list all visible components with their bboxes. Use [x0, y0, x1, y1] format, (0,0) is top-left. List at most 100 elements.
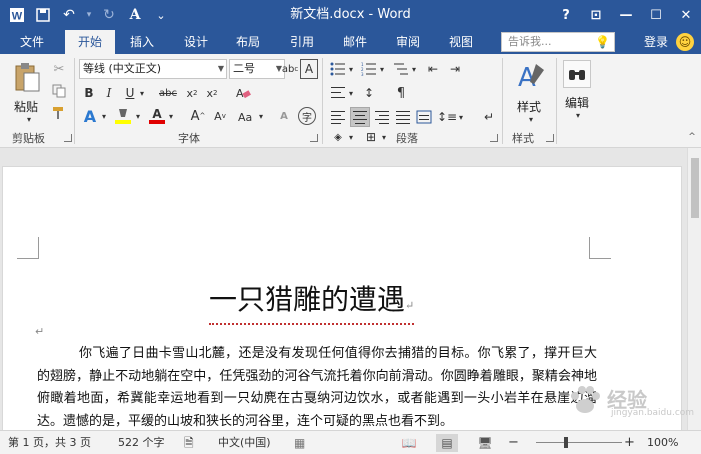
- highlight-dropdown-icon[interactable]: ▾: [133, 106, 143, 126]
- zoom-level[interactable]: 100%: [647, 431, 678, 454]
- proofing-icon[interactable]: 🗎: [184, 431, 194, 454]
- align-left-icon[interactable]: [329, 108, 347, 126]
- font-launcher-icon[interactable]: [310, 134, 318, 142]
- change-case-icon[interactable]: Aa: [236, 106, 256, 126]
- zoom-slider-thumb[interactable]: [564, 437, 569, 448]
- clipboard-launcher-icon[interactable]: [64, 134, 72, 142]
- paragraph-mark: ↵: [405, 299, 415, 312]
- baidu-jingyan-watermark: 经验 jingyan.baidu.com: [567, 382, 697, 422]
- editing-button-label[interactable]: 编辑: [565, 94, 589, 111]
- font-color-dropdown-icon[interactable]: ▾: [166, 106, 176, 126]
- font-color-icon[interactable]: A: [147, 106, 167, 126]
- macro-record-icon[interactable]: ▦: [294, 431, 305, 454]
- minimize-button[interactable]: —: [611, 0, 641, 30]
- shading-icon[interactable]: ◈: [329, 132, 347, 143]
- return-mark-icon[interactable]: ↵: [480, 108, 498, 126]
- tab-layout[interactable]: 布局: [226, 30, 270, 54]
- paste-label[interactable]: 粘贴: [14, 98, 38, 115]
- enclose-characters-icon[interactable]: 字: [298, 107, 316, 125]
- multilevel-list-icon[interactable]: [392, 60, 410, 78]
- distributed-icon[interactable]: [415, 108, 433, 126]
- maximize-button[interactable]: ☐: [641, 0, 671, 30]
- font-size-value: 二号: [233, 62, 255, 75]
- multilevel-dropdown-icon[interactable]: ▾: [409, 60, 419, 78]
- read-mode-icon[interactable]: 📖: [398, 434, 420, 452]
- subscript-icon[interactable]: x2: [183, 84, 201, 102]
- body-paragraph[interactable]: 你飞遍了日曲卡雪山北麓，还是没有发现任何值得你去捕猎的目标。你飞累了，撑开巨大的…: [37, 343, 597, 430]
- sort-icon[interactable]: ↕: [360, 84, 378, 102]
- bold-icon[interactable]: B: [80, 84, 98, 102]
- print-layout-icon[interactable]: ▤: [436, 434, 458, 452]
- numbering-dropdown-icon[interactable]: ▾: [377, 60, 387, 78]
- tab-insert[interactable]: 插入: [120, 30, 164, 54]
- collapse-ribbon-icon[interactable]: ^: [687, 132, 697, 142]
- shading-dropdown-icon[interactable]: ▾: [346, 130, 356, 144]
- text-effects-icon[interactable]: A: [80, 106, 100, 126]
- document-title[interactable]: 一只猎雕的遭遇↵: [209, 283, 415, 325]
- paste-icon[interactable]: [12, 60, 42, 94]
- highlight-icon[interactable]: [113, 106, 133, 126]
- styles-icon[interactable]: A: [514, 58, 548, 94]
- justify-icon[interactable]: [394, 108, 412, 126]
- align-center-icon[interactable]: [350, 107, 370, 127]
- paste-dropdown-icon[interactable]: ▾: [22, 114, 36, 124]
- tab-home[interactable]: 开始: [65, 30, 115, 54]
- bullets-dropdown-icon[interactable]: ▾: [346, 60, 356, 78]
- decrease-indent-icon[interactable]: ⇤: [424, 60, 442, 78]
- help-button[interactable]: ?: [551, 0, 581, 30]
- show-formatting-marks-icon[interactable]: ¶: [392, 84, 410, 102]
- borders-icon[interactable]: ⊞: [362, 130, 380, 144]
- format-painter-icon[interactable]: [50, 104, 68, 122]
- tab-design[interactable]: 设计: [174, 30, 218, 54]
- italic-icon[interactable]: I: [100, 84, 118, 102]
- feedback-smiley-icon[interactable]: ☺: [676, 33, 694, 51]
- word-count[interactable]: 522 个字: [118, 431, 165, 454]
- text-effects-dropdown-icon[interactable]: ▾: [99, 106, 109, 126]
- change-case-dropdown-icon[interactable]: ▾: [256, 106, 266, 126]
- bullets-icon[interactable]: [329, 60, 347, 78]
- align-right-icon[interactable]: [373, 108, 391, 126]
- numbering-icon[interactable]: 123: [360, 60, 378, 78]
- close-button[interactable]: ✕: [671, 0, 701, 30]
- chinese-layout-dropdown-icon[interactable]: ▾: [346, 84, 356, 102]
- styles-launcher-icon[interactable]: [546, 134, 554, 142]
- font-name-combo[interactable]: 等线 (中文正文) ▼: [79, 59, 227, 79]
- font-size-combo[interactable]: 二号 ▼: [229, 59, 285, 79]
- tab-references[interactable]: 引用: [280, 30, 324, 54]
- strikethrough-icon[interactable]: abc: [157, 84, 179, 102]
- cut-icon[interactable]: ✂: [50, 60, 68, 78]
- underline-dropdown-icon[interactable]: ▾: [137, 84, 147, 102]
- styles-dropdown-icon[interactable]: ▾: [524, 114, 538, 124]
- login-link[interactable]: 登录: [644, 30, 668, 54]
- ribbon-display-options-button[interactable]: ⊡: [581, 0, 611, 30]
- line-spacing-dropdown-icon[interactable]: ▾: [456, 108, 466, 126]
- editing-dropdown-icon[interactable]: ▾: [571, 110, 585, 120]
- borders-dropdown-icon[interactable]: ▾: [379, 130, 389, 144]
- line-spacing-icon[interactable]: ↕≡: [437, 108, 457, 126]
- zoom-slider-track[interactable]: [536, 442, 622, 443]
- web-layout-icon[interactable]: 🖥: [474, 434, 496, 452]
- character-shading-icon[interactable]: A: [274, 106, 294, 126]
- grow-font-icon[interactable]: A ^: [188, 106, 208, 126]
- tab-view[interactable]: 视图: [439, 30, 483, 54]
- phonetic-guide-icon[interactable]: ab c: [280, 59, 300, 79]
- chinese-layout-icon[interactable]: [329, 84, 347, 102]
- tab-review[interactable]: 审阅: [386, 30, 430, 54]
- tell-me-search[interactable]: 告诉我... 💡: [501, 32, 615, 52]
- superscript-icon[interactable]: x2: [203, 84, 221, 102]
- increase-indent-icon[interactable]: ⇥: [446, 60, 464, 78]
- shrink-font-icon[interactable]: Av: [210, 106, 230, 126]
- page-count[interactable]: 第 1 页，共 3 页: [8, 431, 91, 454]
- tab-file[interactable]: 文件: [10, 30, 54, 54]
- copy-icon[interactable]: [50, 82, 68, 100]
- character-border-icon[interactable]: A: [300, 59, 318, 79]
- paragraph-launcher-icon[interactable]: [490, 134, 498, 142]
- scrollbar-thumb[interactable]: [691, 158, 699, 218]
- clear-formatting-icon[interactable]: A: [234, 84, 252, 102]
- zoom-out-button[interactable]: −: [508, 431, 519, 454]
- styles-button-label[interactable]: 样式: [517, 98, 541, 115]
- zoom-in-button[interactable]: +: [624, 431, 635, 454]
- binoculars-icon[interactable]: [563, 60, 591, 88]
- language-indicator[interactable]: 中文(中国): [218, 431, 271, 454]
- tab-mailings[interactable]: 邮件: [333, 30, 377, 54]
